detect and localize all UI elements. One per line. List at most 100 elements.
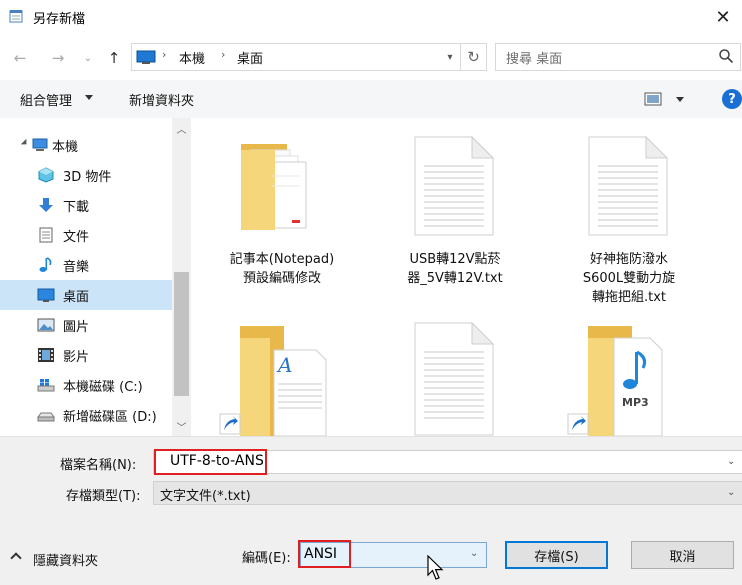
download-arrow-icon (39, 198, 53, 212)
save-button[interactable]: 存檔(S) (505, 541, 608, 569)
filetype-value: 文字文件(*.txt) (160, 489, 251, 504)
list-item[interactable] (414, 321, 496, 436)
nav-item-label: 桌面 (63, 290, 90, 305)
recent-locations-button[interactable]: ⌄ (78, 47, 98, 69)
file-label-line: 記事本(Notepad) (229, 252, 335, 267)
list-item[interactable] (414, 135, 496, 236)
annotation-highlight-box (154, 449, 267, 475)
toolbar (0, 80, 742, 118)
mouse-cursor-icon (427, 555, 444, 580)
nav-item-videos[interactable]: 影片 (0, 340, 172, 370)
text-file-icon (588, 135, 669, 236)
breadcrumb-desktop[interactable]: 桌面 (237, 48, 263, 67)
close-button[interactable]: ✕ (706, 2, 740, 32)
text-file-icon (414, 135, 495, 236)
nav-item-label: 3D 物件 (63, 170, 112, 185)
nav-item-label: 音樂 (63, 260, 90, 275)
forward-button[interactable]: → (48, 47, 68, 69)
chevron-down-icon: ▾ (447, 51, 453, 63)
scroll-down-button[interactable]: ﹀ (172, 418, 191, 434)
arrow-left-icon: ← (13, 49, 27, 67)
address-dropdown-button[interactable]: ▾ (443, 47, 457, 67)
nav-item-label: 文件 (63, 230, 90, 245)
file-label-line: 好神拖防潑水 (589, 252, 668, 267)
help-button[interactable]: ? (722, 89, 742, 109)
chevron-down-icon[interactable]: ⌄ (470, 548, 478, 559)
file-label: USB轉12V點菸 器_5V轉12V.txt (380, 250, 530, 288)
scroll-thumb[interactable] (174, 272, 189, 396)
folder-shortcut-wordpad-icon: A (219, 326, 327, 436)
nav-item-label: 影片 (63, 350, 90, 365)
file-label-line: 轉拖把組.txt (591, 290, 667, 305)
file-label: 記事本(Notepad) 預設編碼修改 (207, 250, 357, 288)
filetype-label: 存檔類型(T): (66, 489, 141, 504)
navigation-pane: 本機 3D 物件 下載 文件 音樂 桌面 圖片 影片 本機磁碟 (C:) 新增磁… (0, 118, 172, 436)
search-placeholder: 搜尋 桌面 (506, 52, 563, 67)
document-icon (39, 227, 53, 243)
nav-item-pictures[interactable]: 圖片 (0, 310, 172, 340)
pictures-icon (37, 318, 55, 332)
refresh-icon: ↻ (467, 48, 480, 66)
file-label-line: 器_5V轉12V.txt (407, 271, 503, 286)
notepad-icon (9, 10, 23, 23)
text-file-icon (414, 321, 495, 436)
nav-item-volume-d[interactable]: 新增磁碟區 (D:) (0, 400, 172, 430)
nav-item-desktop[interactable]: 桌面 (0, 280, 172, 310)
caret-down-icon[interactable] (676, 97, 684, 102)
windows-drive-icon (37, 379, 55, 392)
file-label-line: USB轉12V點菸 (409, 252, 501, 267)
search-icon (719, 49, 734, 64)
chevron-down-icon[interactable]: ⌄ (727, 456, 739, 468)
film-icon (38, 348, 54, 362)
folder-shortcut-mp3-icon: MP3 (567, 326, 663, 436)
up-button[interactable]: ↑ (104, 47, 124, 69)
breadcrumb-this-pc[interactable]: 本機 (179, 48, 205, 67)
breadcrumb-chevron-icon: › (162, 48, 167, 61)
desktop-icon (37, 288, 55, 302)
nav-item-documents[interactable]: 文件 (0, 220, 172, 250)
file-label-line: 預設編碼修改 (242, 271, 321, 286)
chevron-down-icon: ﹀ (176, 422, 187, 434)
new-folder-button[interactable]: 新增資料夾 (129, 90, 194, 109)
computer-icon (136, 50, 156, 64)
file-label: 好神拖防潑水 S600L雙動力旋 轉拖把組.txt (554, 250, 704, 307)
list-item[interactable] (588, 135, 670, 236)
nav-item-downloads[interactable]: 下載 (0, 190, 172, 220)
nav-item-local-disk-c[interactable]: 本機磁碟 (C:) (0, 370, 172, 400)
hide-folders-button[interactable]: 隱藏資料夾 (33, 550, 98, 569)
window-title: 另存新檔 (33, 12, 86, 27)
music-note-icon (39, 257, 52, 272)
cancel-button[interactable]: 取消 (631, 541, 734, 569)
nav-item-label: 下載 (63, 200, 90, 215)
encoding-label: 編碼(E): (242, 551, 291, 566)
arrow-up-icon: ↑ (107, 49, 121, 67)
back-button[interactable]: ← (10, 47, 30, 69)
drive-icon (37, 412, 55, 422)
nav-item-this-pc[interactable]: 本機 (0, 130, 172, 160)
breadcrumb-chevron-icon: › (221, 48, 226, 61)
arrow-right-icon: → (51, 49, 65, 67)
view-options-icon[interactable] (644, 92, 662, 106)
filename-label: 檔案名稱(N): (60, 458, 137, 473)
expand-chevron-icon[interactable] (20, 138, 30, 148)
list-item[interactable]: A (218, 324, 328, 436)
file-label-line: S600L雙動力旋 (582, 271, 676, 286)
file-list: 記事本(Notepad) 預設編碼修改 USB轉12V點菸 器_5V轉12V.t… (191, 118, 742, 436)
nav-item-label: 圖片 (63, 320, 90, 335)
list-item[interactable] (232, 136, 322, 236)
nav-item-music[interactable]: 音樂 (0, 250, 172, 280)
refresh-button[interactable]: ↻ (460, 44, 486, 70)
nav-item-3d-objects[interactable]: 3D 物件 (0, 160, 172, 190)
computer-icon (32, 138, 48, 151)
nav-item-label: 本機 (52, 140, 79, 155)
cube-3d-icon (38, 167, 54, 183)
chevron-up-icon: ︿ (176, 124, 187, 136)
chevron-down-icon[interactable]: ⌄ (727, 487, 739, 499)
mp3-badge: MP3 (622, 396, 649, 409)
list-item[interactable]: MP3 (566, 324, 676, 436)
caret-down-icon (85, 95, 93, 100)
scroll-up-button[interactable]: ︿ (172, 120, 191, 136)
folder-icon (241, 144, 307, 230)
organize-button[interactable]: 組合管理 (20, 90, 72, 109)
close-icon: ✕ (715, 6, 731, 28)
